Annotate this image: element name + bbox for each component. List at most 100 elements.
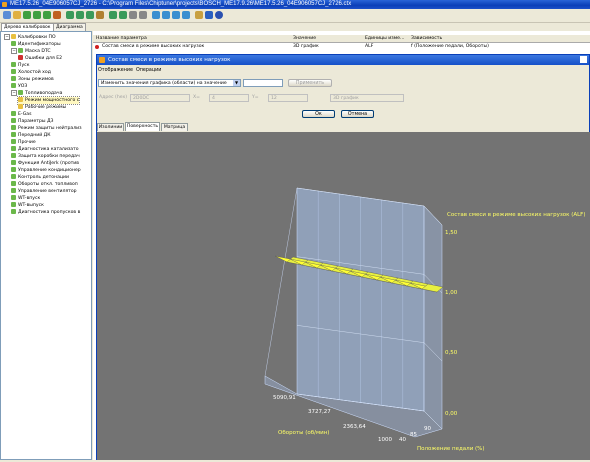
tree-item-label: Режим мощностного с: [25, 98, 80, 103]
tab-surface[interactable]: Поверхность: [125, 122, 160, 131]
value-input[interactable]: [243, 79, 283, 87]
z-tick-label: 0,00: [445, 411, 458, 417]
ok-button[interactable]: Ок: [302, 110, 335, 118]
menu-operations[interactable]: Операции: [136, 67, 161, 74]
calibration-icon: [11, 153, 16, 158]
calc-icon[interactable]: [53, 11, 61, 19]
tree-item[interactable]: − Калибровки ПО: [4, 34, 56, 41]
open-icon[interactable]: [3, 11, 11, 19]
toolbar: [0, 9, 590, 23]
checksum-icon[interactable]: [119, 11, 127, 19]
apply-button[interactable]: Применить: [288, 79, 332, 87]
tab-diagram[interactable]: Диаграмма: [53, 23, 86, 31]
graph-type-select[interactable]: 3D график: [330, 94, 404, 102]
tab-calibration-tree[interactable]: Дерево калибровок: [1, 23, 54, 31]
tree-item[interactable]: Зоны режимов: [11, 76, 54, 83]
tree-item-label: Диагностика катализато: [18, 147, 79, 152]
write-icon[interactable]: [76, 11, 84, 19]
calibration-icon: [11, 118, 16, 123]
param-units-cell: ALF: [365, 44, 374, 49]
tree-item[interactable]: Холостой ход: [11, 69, 51, 76]
compare-icon[interactable]: [109, 11, 117, 19]
col-units-header[interactable]: Единицы изме...: [365, 35, 404, 42]
chip-icon[interactable]: [96, 11, 104, 19]
minimize-icon[interactable]: [580, 56, 587, 63]
tree-item[interactable]: Диагностика пропусков в: [11, 209, 80, 216]
x-tick-label: 1000: [378, 437, 392, 443]
tab-matrix[interactable]: Матрица: [161, 123, 188, 131]
tree-item[interactable]: − Маска DTC: [11, 48, 51, 55]
tree-item[interactable]: Защита коробки передач: [11, 153, 80, 160]
tree-item[interactable]: Функция AntiJerk (против: [11, 160, 79, 167]
col-dependency-header[interactable]: Зависимость: [411, 35, 442, 42]
x-stepper[interactable]: 4: [209, 94, 249, 102]
address-field[interactable]: 2D0DC: [130, 94, 190, 102]
surface-chart[interactable]: 1,50 1,00 0,50 0,00 Состав смеси в режиме вы…: [97, 132, 590, 460]
tab-isolines[interactable]: Изолинии: [97, 123, 124, 131]
tree-item[interactable]: − Топливоподача: [11, 90, 62, 97]
tree-item[interactable]: WT-впуск: [11, 195, 40, 202]
tree-item[interactable]: Управление кондиционер: [11, 167, 81, 174]
tree-item-label: Диагностика пропусков в: [18, 210, 81, 215]
folder-icon: [18, 104, 23, 109]
tree-item-label: Калибровки ПО: [18, 35, 56, 40]
tree-item[interactable]: Передний ДК: [11, 132, 50, 139]
dialog-title-bar[interactable]: Состав смеси в режиме высоких нагрузок: [97, 55, 589, 65]
tree-item[interactable]: WT-выпуск: [11, 202, 44, 209]
arrow-right-icon[interactable]: [23, 11, 31, 19]
tree-item[interactable]: Рабочие режимы: [18, 104, 66, 111]
paste-icon[interactable]: [139, 11, 147, 19]
cancel-button[interactable]: Отмена: [341, 110, 374, 118]
z-tick-label: 1,50: [445, 230, 458, 236]
tree-item[interactable]: Режим защиты нейтрализ: [11, 125, 82, 132]
tree-item[interactable]: Управление вентилятор: [11, 188, 77, 195]
tree-item[interactable]: Режим мощностного с: [16, 96, 81, 105]
tree-item[interactable]: Ошибки для E2: [18, 55, 62, 62]
left-tabs: Дерево калибровок Диаграмма: [0, 23, 92, 31]
dialog-title: Состав смеси в режиме высоких нагрузок: [108, 57, 231, 63]
tree-item-label: Прочие: [18, 140, 36, 145]
y-stepper[interactable]: 12: [268, 94, 308, 102]
tree-item[interactable]: Обороты откл. топливоп: [11, 181, 78, 188]
info-icon[interactable]: [215, 11, 223, 19]
tree-item-label: Топливоподача: [25, 91, 63, 96]
chevron-down-icon[interactable]: ▼: [233, 80, 240, 86]
mode-select[interactable]: Изменить значения графика (области) на з…: [98, 79, 241, 87]
tree-item[interactable]: Идентификаторы: [11, 41, 61, 48]
tree-item[interactable]: Контроль детонации: [11, 174, 69, 181]
expander-icon[interactable]: −: [4, 34, 10, 40]
expander-icon[interactable]: −: [11, 48, 17, 54]
tree-item[interactable]: Пуск: [11, 62, 29, 69]
axis-select[interactable]: Адрес (hex): [99, 94, 127, 102]
verify-icon[interactable]: [86, 11, 94, 19]
expander-icon[interactable]: −: [11, 90, 17, 96]
arrow-up-icon[interactable]: [43, 11, 51, 19]
window-title-bar[interactable]: ME17.5.26_04E906057CJ_2726 - C:\Program …: [0, 0, 590, 9]
save-icon[interactable]: [13, 11, 21, 19]
copy-icon[interactable]: [129, 11, 137, 19]
tree-item-label: УОЗ: [18, 84, 28, 89]
menu-view[interactable]: Отображение: [98, 67, 133, 74]
calibration-icon: [11, 76, 16, 81]
col-name-header[interactable]: Название параметра: [96, 35, 147, 42]
print-icon[interactable]: [195, 11, 203, 19]
tree-item[interactable]: Диагностика катализато: [11, 146, 79, 153]
tree-item[interactable]: E-Gas: [11, 111, 32, 118]
arrow-left-icon[interactable]: [33, 11, 41, 19]
list-icon[interactable]: [172, 11, 180, 19]
sound-icon[interactable]: [205, 11, 213, 19]
tree-item[interactable]: Прочие: [11, 139, 36, 146]
tree-item[interactable]: УОЗ: [11, 83, 27, 90]
y-label: Y=: [252, 95, 259, 100]
surface-plot-area[interactable]: 1,50 1,00 0,50 0,00 Состав смеси в режиме вы…: [97, 132, 590, 460]
table-icon[interactable]: [152, 11, 160, 19]
calibration-icon: [11, 62, 16, 67]
col-value-header[interactable]: Значение: [293, 35, 316, 42]
table-row[interactable]: Состав смеси в режиме высоких нагрузок 3…: [93, 43, 590, 51]
calibration-icon: [11, 167, 16, 172]
tree-item[interactable]: Параметры ДЗ: [11, 118, 54, 125]
read-icon[interactable]: [66, 11, 74, 19]
grid-icon[interactable]: [162, 11, 170, 19]
export-icon[interactable]: [182, 11, 190, 19]
side-wall: [423, 205, 443, 430]
